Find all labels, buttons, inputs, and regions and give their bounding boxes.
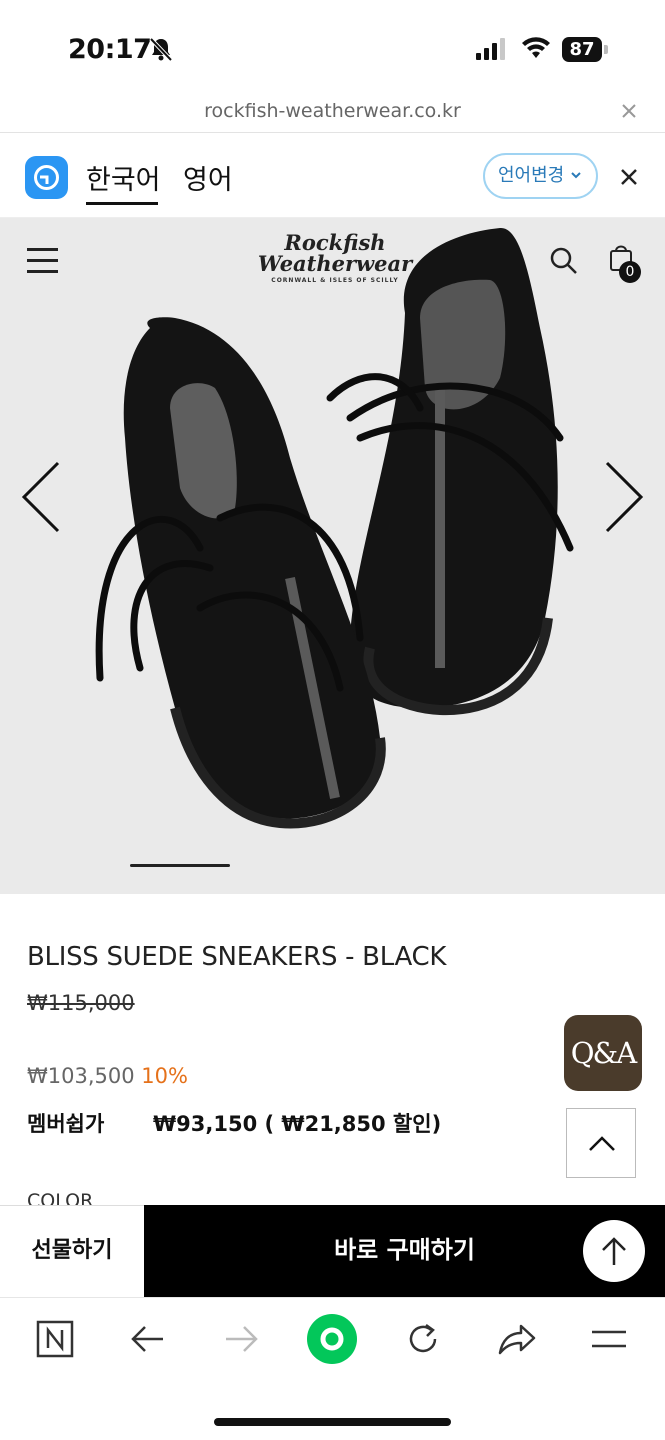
forward-arrow-icon[interactable] [222, 1320, 260, 1358]
share-icon[interactable] [497, 1320, 537, 1358]
product-info: BLISS SUEDE SNEAKERS - BLACK ₩115,000 ₩1… [0, 894, 665, 1205]
menu-icon[interactable] [27, 248, 58, 281]
tab-english[interactable]: 영어 [183, 158, 233, 197]
change-language-button[interactable]: 언어변경 [483, 153, 598, 199]
more-menu-icon[interactable] [590, 1320, 628, 1358]
url-text[interactable]: rockfish-weatherwear.co.kr [0, 100, 665, 122]
original-price: ₩115,000 [27, 991, 135, 1015]
chevron-up-icon [589, 1136, 615, 1151]
battery-tip [604, 45, 608, 54]
search-icon[interactable] [549, 246, 579, 276]
bell-muted-icon [149, 37, 173, 62]
translate-bar: 한국어 영어 언어변경 [0, 134, 665, 218]
status-time: 20:17 [68, 34, 152, 65]
discount-rate: 10% [141, 1064, 188, 1088]
active-tab-underline [86, 202, 158, 205]
signal-icon [476, 38, 505, 60]
cart-count-badge: 0 [619, 261, 641, 283]
chevron-left-icon[interactable] [20, 460, 62, 534]
product-name: BLISS SUEDE SNEAKERS - BLACK [27, 942, 447, 972]
qa-button[interactable]: Q&A [564, 1015, 642, 1091]
chevron-down-icon [571, 172, 581, 179]
browser-toolbar [0, 1297, 665, 1440]
green-dot-icon[interactable] [306, 1313, 358, 1365]
refresh-icon[interactable] [404, 1320, 442, 1358]
product-image [95, 227, 574, 829]
back-arrow-icon[interactable] [129, 1320, 167, 1358]
url-bar[interactable]: rockfish-weatherwear.co.kr [0, 95, 665, 133]
arrow-up-icon [602, 1237, 626, 1265]
sale-price-row: ₩103,500 10% [27, 1064, 188, 1088]
close-translate-icon[interactable] [619, 167, 639, 187]
sale-price: ₩103,500 [27, 1064, 135, 1088]
tab-korean[interactable]: 한국어 [86, 158, 161, 197]
brand-logo[interactable]: Rockfish Weatherwear CORNWALL & ISLES OF… [255, 230, 415, 284]
gift-button[interactable]: 선물하기 [0, 1205, 144, 1297]
scroll-up-button[interactable] [566, 1108, 636, 1178]
translate-logo-icon [25, 156, 68, 199]
brand-tagline: CORNWALL & ISLES OF SCILLY [271, 277, 399, 284]
naver-home-icon[interactable] [36, 1320, 74, 1358]
change-language-label: 언어변경 [498, 165, 565, 186]
status-bar: 20:17 87 [0, 0, 665, 95]
home-indicator [214, 1418, 451, 1426]
wifi-icon [522, 37, 550, 58]
slide-indicator [130, 864, 230, 867]
member-price: ₩93,150 ( ₩21,850 할인) [153, 1112, 442, 1136]
battery-level: 87 [562, 37, 602, 62]
purchase-bar: 선물하기 바로 구매하기 [0, 1205, 665, 1297]
member-price-label: 멤버쉽가 [27, 1112, 105, 1136]
scroll-to-top-button[interactable] [583, 1220, 645, 1282]
brand-line2: Weatherwear [257, 251, 413, 276]
product-image-carousel[interactable]: Rockfish Weatherwear CORNWALL & ISLES OF… [0, 218, 665, 894]
chevron-right-icon[interactable] [603, 460, 645, 534]
color-label: COLOR [27, 1190, 94, 1205]
close-icon[interactable] [620, 102, 638, 120]
